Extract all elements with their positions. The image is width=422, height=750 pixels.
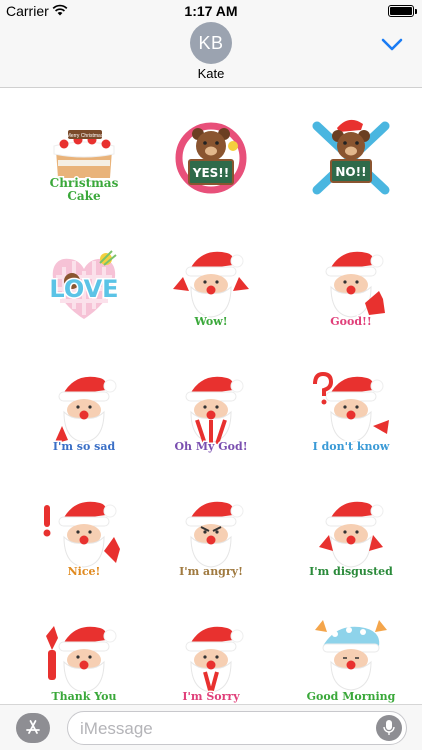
- santa-thanks-art: [46, 626, 117, 693]
- sticker-santa-omg[interactable]: Oh My God!: [161, 366, 261, 476]
- bear-yes-art: YES!!: [175, 122, 247, 194]
- sticker-santa-question[interactable]: I don't know: [301, 366, 401, 476]
- sticker-label: I'm Sorry: [181, 689, 241, 705]
- microphone-icon: [383, 720, 395, 735]
- sticker-label: I don't know: [311, 439, 391, 455]
- sticker-label: Christmas: [48, 175, 120, 192]
- santa-angry-art: [185, 501, 244, 568]
- battery-icon: [388, 5, 417, 17]
- santa-omg-art: [185, 376, 244, 446]
- santa-face: [185, 501, 244, 568]
- sticker-label: Thank You: [50, 689, 118, 705]
- sticker-label: LOVE: [48, 274, 120, 305]
- microphone-button[interactable]: [376, 715, 402, 741]
- sticker-label: Good!!: [329, 314, 373, 330]
- yes-board-text: YES!!: [192, 166, 229, 180]
- santa-disgusted-art: [319, 501, 384, 568]
- sticker-love-heart[interactable]: LOVE: [34, 241, 134, 351]
- santa-sorry-art: [185, 626, 244, 702]
- santa-face: [325, 376, 384, 443]
- conversation-header: KB Kate: [0, 22, 422, 88]
- sticker-label: Cake: [66, 188, 102, 205]
- sticker-santa-disgusted[interactable]: I'm disgusted: [301, 491, 401, 601]
- sticker-bear-yes[interactable]: YES!!: [161, 116, 261, 226]
- avatar[interactable]: KB: [190, 22, 232, 64]
- sticker-label: I'm angry!: [178, 564, 245, 580]
- santa-face: [185, 251, 244, 318]
- santa-face: [58, 501, 117, 568]
- no-board-text: NO!!: [335, 165, 366, 179]
- bear-no-art: NO!!: [312, 119, 390, 195]
- sticker-santa-thumbs[interactable]: Good!!: [301, 241, 401, 351]
- message-input[interactable]: [80, 718, 360, 740]
- sticker-santa-hands-up[interactable]: Wow!: [161, 241, 261, 351]
- sticker-grid: Merry Christmas Christmas Cake YES!! NO!! …: [0, 96, 422, 705]
- santa-hands-up-art: [173, 251, 249, 318]
- sticker-label: Good Morning: [305, 689, 397, 705]
- santa-face: [58, 626, 117, 693]
- santa-question-art: [313, 371, 389, 443]
- santa-face: [58, 376, 117, 443]
- app-store-button[interactable]: [16, 713, 50, 743]
- sticker-label: Wow!: [193, 314, 229, 330]
- message-field[interactable]: [67, 711, 407, 745]
- santa-thumbs-art: [325, 251, 385, 318]
- contact-name[interactable]: Kate: [0, 66, 422, 81]
- sticker-label: I'm so sad: [51, 439, 116, 455]
- compose-bar: [0, 704, 422, 750]
- sticker-santa-sad[interactable]: I'm so sad: [34, 366, 134, 476]
- app-store-icon: [26, 720, 40, 734]
- santa-nice-art: [43, 501, 120, 568]
- sticker-label: I'm disgusted: [308, 564, 395, 580]
- status-time: 1:17 AM: [184, 3, 238, 19]
- sticker-bear-no[interactable]: NO!!: [301, 116, 401, 226]
- chevron-down-icon[interactable]: [378, 30, 406, 58]
- sticker-cake[interactable]: Merry Christmas Christmas Cake: [34, 116, 134, 226]
- santa-face: [185, 376, 244, 443]
- sticker-santa-nice[interactable]: Nice!: [34, 491, 134, 601]
- santa-face: [325, 501, 384, 568]
- sticker-label: Nice!: [66, 564, 102, 580]
- status-bar: Carrier 1:17 AM: [0, 0, 422, 22]
- santa-sad-art: [54, 376, 117, 444]
- sticker-santa-angry[interactable]: I'm angry!: [161, 491, 261, 601]
- cake-banner: Merry Christmas: [67, 133, 104, 139]
- santa-morning-art: [315, 620, 387, 691]
- sticker-label: Oh My God!: [173, 439, 249, 455]
